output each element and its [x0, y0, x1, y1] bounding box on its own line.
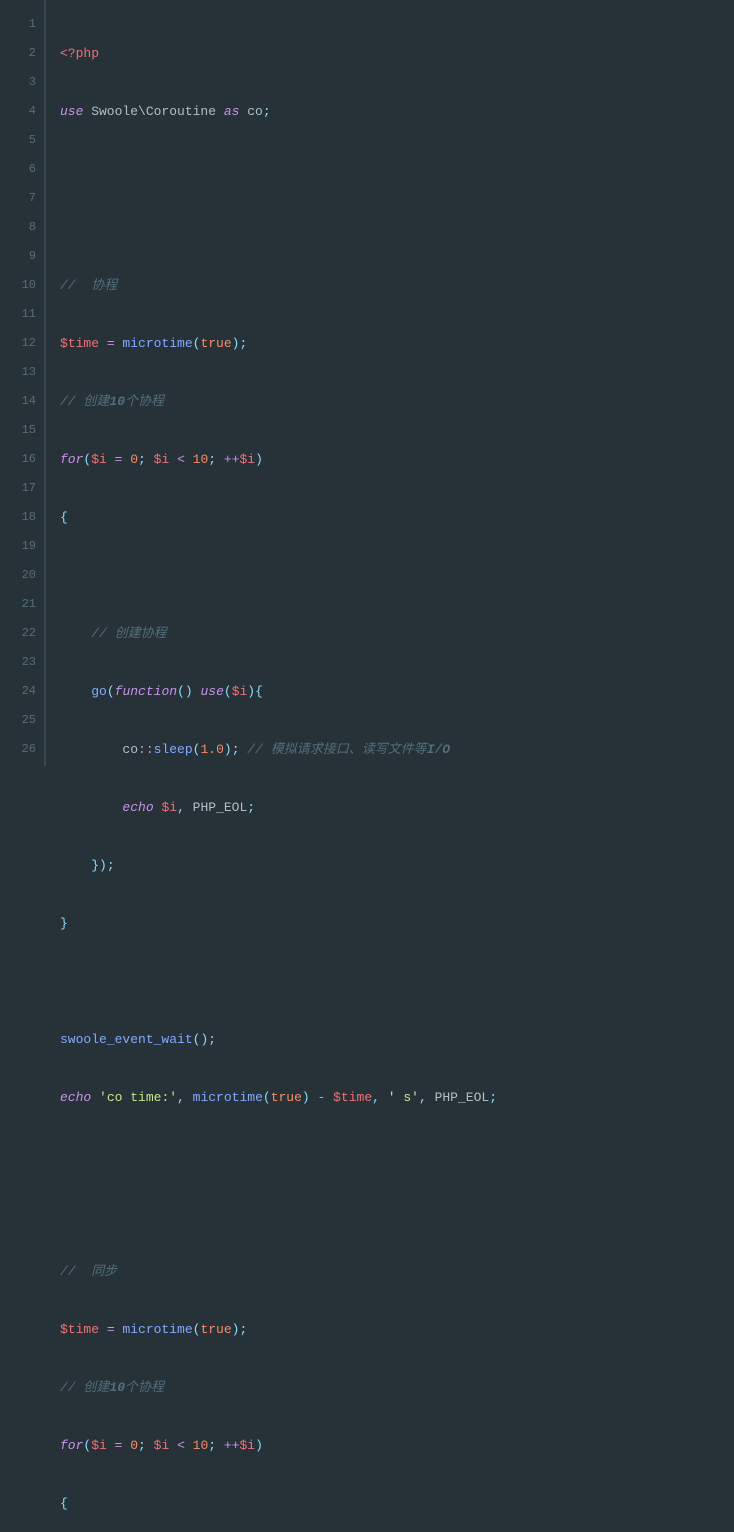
- line-number: 10: [0, 271, 44, 300]
- line-number: 18: [0, 503, 44, 532]
- line-number: 1: [0, 10, 44, 39]
- line-number: 11: [0, 300, 44, 329]
- line-number: 25: [0, 706, 44, 735]
- line-number-gutter: 1 2 3 4 5 6 7 8 9 10 11 12 13 14 15 16 1…: [0, 0, 46, 766]
- line-number: 23: [0, 648, 44, 677]
- line-number: 15: [0, 416, 44, 445]
- code-line[interactable]: // 同步: [60, 1257, 734, 1286]
- code-line[interactable]: {: [60, 503, 734, 532]
- line-number: 19: [0, 532, 44, 561]
- comment: // 协程: [60, 278, 117, 293]
- line-number: 24: [0, 677, 44, 706]
- code-line[interactable]: [60, 967, 734, 996]
- code-line[interactable]: // 创建协程: [60, 619, 734, 648]
- code-line[interactable]: use Swoole\Coroutine as co;: [60, 97, 734, 126]
- code-line[interactable]: swoole_event_wait();: [60, 1025, 734, 1054]
- code-line[interactable]: $time = microtime(true);: [60, 1315, 734, 1344]
- code-line[interactable]: for($i = 0; $i < 10; ++$i): [60, 1431, 734, 1460]
- code-line[interactable]: });: [60, 851, 734, 880]
- code-line[interactable]: // 创建10个协程: [60, 1373, 734, 1402]
- line-number: 14: [0, 387, 44, 416]
- code-line[interactable]: <?php: [60, 39, 734, 68]
- line-number: 13: [0, 358, 44, 387]
- code-line[interactable]: // 协程: [60, 271, 734, 300]
- code-line[interactable]: [60, 1199, 734, 1228]
- line-number: 8: [0, 213, 44, 242]
- code-line[interactable]: $time = microtime(true);: [60, 329, 734, 358]
- code-line[interactable]: {: [60, 1489, 734, 1518]
- line-number: 6: [0, 155, 44, 184]
- line-number: 9: [0, 242, 44, 271]
- code-line[interactable]: co::sleep(1.0); // 模拟请求接口、读写文件等I/O: [60, 735, 734, 764]
- line-number: 7: [0, 184, 44, 213]
- line-number: 21: [0, 590, 44, 619]
- line-number: 5: [0, 126, 44, 155]
- line-number: 12: [0, 329, 44, 358]
- code-line[interactable]: // 创建10个协程: [60, 387, 734, 416]
- code-editor[interactable]: <?php use Swoole\Coroutine as co; // 协程 …: [46, 0, 734, 766]
- code-line[interactable]: [60, 561, 734, 590]
- line-number: 2: [0, 39, 44, 68]
- code-line[interactable]: [60, 1141, 734, 1170]
- code-line[interactable]: }: [60, 909, 734, 938]
- code-line[interactable]: echo 'co time:', microtime(true) - $time…: [60, 1083, 734, 1112]
- line-number: 20: [0, 561, 44, 590]
- line-number: 22: [0, 619, 44, 648]
- code-line[interactable]: [60, 213, 734, 242]
- code-line[interactable]: [60, 155, 734, 184]
- line-number: 17: [0, 474, 44, 503]
- line-number: 26: [0, 735, 44, 764]
- php-open-tag: <?php: [60, 46, 99, 61]
- line-number: 16: [0, 445, 44, 474]
- code-line[interactable]: go(function() use($i){: [60, 677, 734, 706]
- line-number: 4: [0, 97, 44, 126]
- code-line[interactable]: echo $i, PHP_EOL;: [60, 793, 734, 822]
- line-number: 3: [0, 68, 44, 97]
- code-line[interactable]: for($i = 0; $i < 10; ++$i): [60, 445, 734, 474]
